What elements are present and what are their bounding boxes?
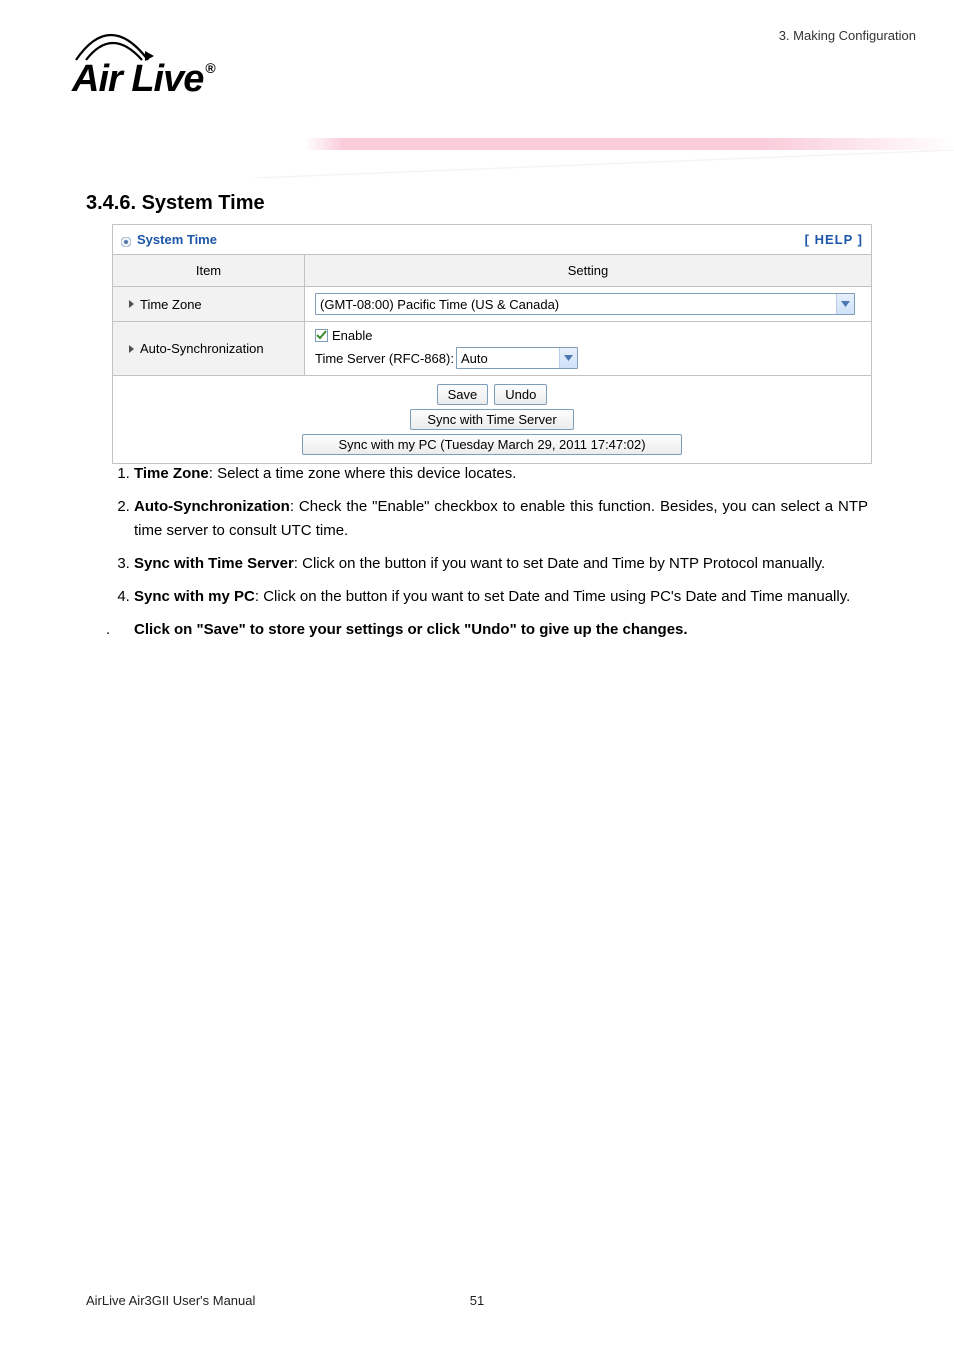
panel-footer: Save Undo Sync with Time Server Sync wit… (113, 376, 871, 463)
sync-my-pc-button[interactable]: Sync with my PC (Tuesday March 29, 2011 … (302, 434, 682, 455)
chevron-down-icon (836, 294, 854, 314)
footer-page: 51 (86, 1293, 868, 1308)
list-item: Auto-Synchronization: Check the "Enable"… (134, 495, 868, 542)
header-setting: Setting (305, 255, 871, 286)
system-time-panel: System Time [ HELP ] Item Setting Time Z… (112, 224, 872, 464)
enable-checkbox[interactable] (315, 329, 328, 342)
enable-label: Enable (332, 328, 372, 343)
chevron-down-icon (559, 348, 577, 368)
logo-text: Air Live® (72, 58, 213, 101)
list-item: Time Zone: Select a time zone where this… (134, 462, 868, 485)
list-item: Sync with Time Server: Click on the butt… (134, 552, 868, 575)
time-server-label: Time Server (RFC-868): (315, 351, 454, 366)
breadcrumb: 3. Making Configuration (779, 28, 916, 43)
help-link[interactable]: [ HELP ] (805, 232, 863, 247)
time-server-value: Auto (461, 351, 559, 366)
header-item: Item (113, 255, 305, 286)
save-button[interactable]: Save (437, 384, 489, 405)
body-text: Time Zone: Select a time zone where this… (108, 462, 868, 642)
time-zone-select[interactable]: (GMT-08:00) Pacific Time (US & Canada) (315, 293, 855, 315)
panel-title: System Time (137, 232, 805, 247)
time-zone-value: (GMT-08:00) Pacific Time (US & Canada) (320, 297, 836, 312)
section-heading: 3.4.6. System Time (86, 192, 265, 215)
undo-button[interactable]: Undo (494, 384, 547, 405)
list-item: Sync with my PC: Click on the button if … (134, 585, 868, 608)
header-row: Item Setting (113, 255, 871, 287)
panel-header: System Time [ HELP ] (113, 225, 871, 255)
banner-stripe (305, 138, 954, 150)
row-auto-sync: Auto-Synchronization Enable Time Server … (113, 322, 871, 376)
row-time-zone: Time Zone (GMT-08:00) Pacific Time (US &… (113, 287, 871, 322)
banner-slash (254, 150, 954, 178)
final-instruction: .Click on "Save" to store your settings … (108, 618, 868, 641)
triangle-icon (129, 300, 134, 308)
logo: Air Live® (72, 28, 213, 101)
time-server-select[interactable]: Auto (456, 347, 578, 369)
panel-bullet-icon (121, 235, 131, 245)
page-footer: AirLive Air3GII User's Manual 51 (86, 1293, 868, 1308)
triangle-icon (129, 345, 134, 353)
sync-time-server-button[interactable]: Sync with Time Server (410, 409, 573, 430)
label-time-zone: Time Zone (113, 287, 305, 321)
label-auto-sync: Auto-Synchronization (113, 322, 305, 375)
